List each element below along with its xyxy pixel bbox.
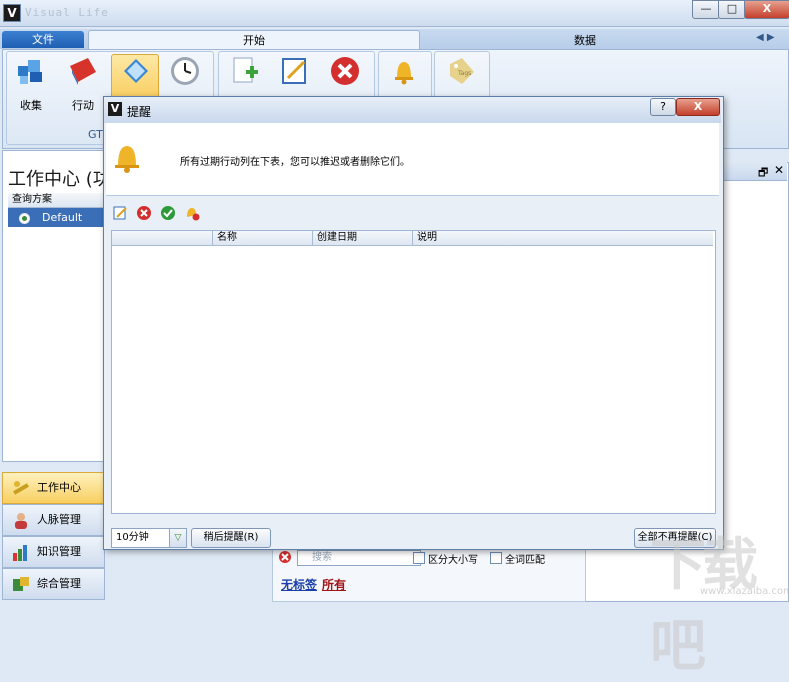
- collect-button[interactable]: 收集: [8, 54, 54, 112]
- tags-icon: Tags: [450, 58, 474, 84]
- column-blank[interactable]: [112, 231, 212, 245]
- whole-word-label: 全词匹配: [505, 555, 545, 566]
- all-tags-link[interactable]: 所有: [322, 576, 346, 593]
- column-description[interactable]: 说明: [412, 231, 714, 245]
- work-center-icon: [13, 481, 29, 495]
- bell-icon: [395, 62, 413, 85]
- app-title: Visual Life: [25, 6, 109, 19]
- knowledge-icon: [13, 545, 27, 561]
- delete-icon[interactable]: [136, 205, 152, 221]
- tab-scroll-arrows[interactable]: ◀ ▶: [756, 32, 775, 43]
- ribbon-group-caption: GT: [88, 128, 103, 141]
- no-tag-link[interactable]: 无标签: [281, 576, 317, 593]
- dialog-title-bar: [104, 97, 721, 123]
- restore-icon[interactable]: 🗗: [758, 164, 768, 183]
- dialog-logo: V: [108, 102, 122, 116]
- check-icon[interactable]: [160, 205, 176, 221]
- overdue-action-list[interactable]: [111, 230, 716, 514]
- dialog-message: 所有过期行动列在下表，您可以推迟或者删除它们。: [180, 157, 410, 168]
- action-label: 行动: [72, 99, 94, 112]
- edit-page-icon: [282, 58, 306, 84]
- snooze-interval-value: 10分钟: [116, 532, 149, 543]
- watermark-logo: 下载吧: [650, 532, 758, 679]
- work-center-title: 工作中心 (功: [8, 169, 111, 190]
- tab-data[interactable]: 数据: [420, 32, 750, 49]
- action-button[interactable]: 行动: [60, 54, 106, 112]
- notes-icon: [124, 59, 148, 83]
- close-button[interactable]: X: [744, 0, 789, 19]
- minimize-button[interactable]: —: [692, 0, 720, 19]
- contacts-icon: [15, 513, 27, 529]
- tab-file[interactable]: 文件: [2, 31, 84, 48]
- chevron-down-icon: ▽: [169, 529, 186, 547]
- collect-icon: [18, 60, 42, 84]
- column-created-date[interactable]: 创建日期: [312, 231, 413, 245]
- case-sensitive-label: 区分大小写: [428, 555, 478, 566]
- collect-label: 收集: [20, 99, 42, 112]
- search-input[interactable]: 搜索: [297, 550, 421, 566]
- query-plan-label: Default: [42, 211, 83, 224]
- pane-close-icon[interactable]: ✕: [774, 163, 784, 177]
- clear-search-icon[interactable]: [278, 550, 292, 564]
- case-sensitive-checkbox[interactable]: [413, 552, 425, 564]
- snooze-interval-select[interactable]: 10分钟 ▽: [111, 528, 187, 548]
- maximize-button[interactable]: □: [718, 0, 746, 19]
- nav-contacts-label: 人脉管理: [37, 513, 81, 526]
- query-plan-item-default[interactable]: Default: [8, 208, 104, 227]
- radio-icon: [19, 213, 30, 224]
- nav-knowledge[interactable]: 知识管理: [2, 536, 105, 568]
- dialog-close-button[interactable]: X: [676, 98, 720, 116]
- edit-icon[interactable]: [112, 205, 128, 221]
- app-logo: V: [3, 4, 21, 22]
- dialog-help-button[interactable]: ?: [650, 98, 676, 116]
- nav-work-center[interactable]: 工作中心: [2, 472, 105, 504]
- tags-text: Tags: [457, 70, 471, 77]
- nav-contacts[interactable]: 人脉管理: [2, 504, 105, 536]
- action-book-icon: [70, 58, 96, 85]
- column-name[interactable]: 名称: [212, 231, 313, 245]
- snooze-button[interactable]: 稍后提醒(R): [191, 528, 271, 548]
- watermark-url: www.xiazaiba.com: [700, 586, 789, 597]
- nav-general[interactable]: 综合管理: [2, 568, 105, 600]
- dialog-title: 提醒: [127, 105, 152, 119]
- bell-icon: [115, 146, 139, 173]
- add-page-icon: [233, 57, 258, 83]
- nav-work-center-label: 工作中心: [37, 481, 81, 494]
- tab-start[interactable]: 开始: [88, 30, 420, 50]
- bell-off-icon[interactable]: [184, 205, 200, 221]
- clock-icon: [171, 57, 199, 85]
- query-plan-header: 查询方案: [8, 193, 108, 208]
- app-title-bar: [0, 0, 789, 27]
- nav-knowledge-label: 知识管理: [37, 545, 81, 558]
- nav-general-label: 综合管理: [37, 577, 81, 590]
- delete-icon: [331, 57, 359, 85]
- general-icon: [13, 577, 29, 591]
- whole-word-checkbox[interactable]: [490, 552, 502, 564]
